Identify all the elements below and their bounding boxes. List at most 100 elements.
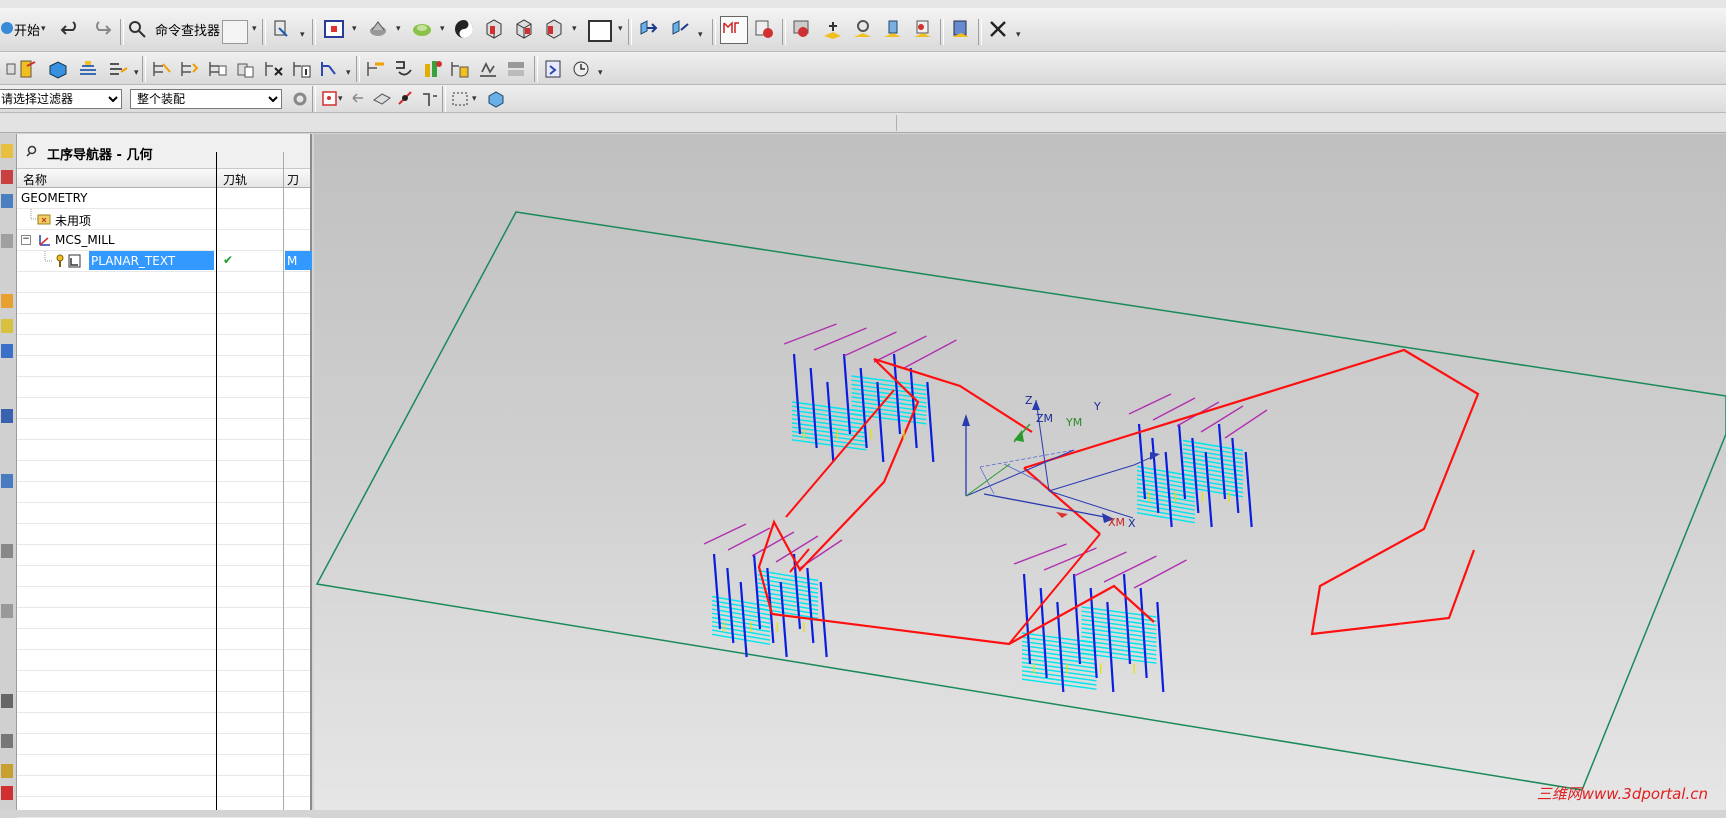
method-view-icon[interactable]: [76, 57, 100, 81]
close-dropdown-arrow[interactable]: ▾: [1016, 30, 1021, 40]
sphere-dropdown-arrow[interactable]: ▾: [440, 24, 445, 34]
assembly-settings-icon[interactable]: [288, 87, 312, 111]
resource-tab-icon[interactable]: [1, 234, 13, 248]
close-icon[interactable]: [986, 17, 1010, 41]
yin-yang-icon[interactable]: [452, 17, 476, 41]
engage-move: [843, 331, 897, 357]
collision-check-icon[interactable]: [448, 57, 472, 81]
object-dropdown-arrow[interactable]: ▾: [346, 68, 351, 78]
resource-tab-icon[interactable]: [1, 170, 13, 184]
column-header-toolpath[interactable]: 刀轨: [223, 171, 247, 188]
resource-tab-icon[interactable]: [1, 786, 13, 800]
resource-tab-icon[interactable]: [1, 764, 13, 778]
swatch-dropdown-arrow[interactable]: ▾: [252, 24, 257, 34]
color-swatch-button[interactable]: [222, 20, 248, 44]
tree-row-unused[interactable]: 未用项: [17, 209, 310, 230]
render-dropdown-arrow[interactable]: ▾: [396, 24, 401, 34]
pin-icon[interactable]: [25, 144, 39, 161]
start-dropdown-arrow[interactable]: ▾: [41, 24, 46, 34]
column-header-tool[interactable]: 刀: [287, 171, 299, 188]
assembly-scope-select[interactable]: 整个装配: [130, 89, 282, 109]
time-estimate-icon[interactable]: [570, 57, 594, 81]
tree-row-planar-text[interactable]: PLANAR_TEXT ✔ M: [17, 251, 312, 272]
machine-simulate-icon[interactable]: [790, 17, 814, 41]
create-method-icon[interactable]: [910, 17, 934, 41]
program-view-icon[interactable]: [0, 57, 16, 81]
create-operation-icon[interactable]: [820, 17, 844, 41]
cube-front-icon[interactable]: [482, 17, 506, 41]
undo-icon[interactable]: [58, 17, 82, 41]
paste-object-icon[interactable]: [206, 57, 230, 81]
resource-tab-icon[interactable]: [1, 144, 13, 158]
wcs-dynamic-icon[interactable]: [668, 17, 692, 41]
cube-side-icon[interactable]: [542, 17, 566, 41]
resource-tab-icon[interactable]: [1, 474, 13, 488]
output-cls-icon[interactable]: [542, 57, 566, 81]
collapse-toggle[interactable]: −: [21, 235, 31, 245]
background-dropdown-arrow[interactable]: ▾: [618, 24, 623, 34]
graphics-viewport[interactable]: Z ZM YM Y X XM 三维网www.3dportal.cn: [314, 134, 1726, 810]
wcs-dropdown-arrow[interactable]: ▾: [698, 30, 703, 40]
start-button-label[interactable]: 开始: [14, 20, 40, 39]
resource-tab-icon[interactable]: [1, 544, 13, 558]
selection-filter-select[interactable]: 请选择过滤器: [0, 89, 122, 109]
verify-icon[interactable]: [752, 17, 776, 41]
render-style-icon[interactable]: [366, 17, 390, 41]
wcs-orient-icon[interactable]: [636, 17, 660, 41]
resource-tab-icon[interactable]: [1, 694, 13, 708]
select-body-icon[interactable]: [484, 87, 508, 111]
edit-object-icon[interactable]: [364, 57, 388, 81]
axis-label-ym: YM: [1065, 416, 1082, 429]
feeds-speeds-icon[interactable]: [476, 57, 500, 81]
object-info-icon[interactable]: [290, 57, 314, 81]
select-edge-icon[interactable]: [418, 87, 442, 111]
display-object-icon[interactable]: [318, 57, 342, 81]
create-program-icon[interactable]: [106, 57, 130, 81]
rectangle-select-icon[interactable]: [448, 87, 472, 111]
command-finder-icon[interactable]: [126, 17, 150, 41]
tree-row-mcs-mill[interactable]: − MCS_MILL: [17, 230, 310, 251]
generate-toolpath-icon[interactable]: [270, 17, 294, 41]
background-color-button[interactable]: [588, 20, 612, 42]
view-dropdown-arrow[interactable]: ▾: [352, 24, 357, 34]
resource-tab-icon[interactable]: [1, 344, 13, 358]
toolpath-list-icon[interactable]: [392, 57, 416, 81]
plunge-move: [826, 381, 835, 463]
create-tool-icon[interactable]: [850, 17, 874, 41]
select-point-icon[interactable]: [394, 87, 418, 111]
resource-tab-icon[interactable]: [1, 604, 13, 618]
engage-move: [1200, 405, 1244, 433]
delete-object-icon[interactable]: [262, 57, 286, 81]
toolpath-dropdown-arrow[interactable]: ▾: [300, 30, 305, 40]
rect-select-dropdown-arrow[interactable]: ▾: [472, 94, 477, 104]
paste-inside-icon[interactable]: [234, 57, 258, 81]
geometry-view-icon[interactable]: [46, 57, 70, 81]
resource-tab-icon[interactable]: [1, 294, 13, 308]
copy-object-icon[interactable]: [178, 57, 202, 81]
cube-iso-icon[interactable]: [512, 17, 536, 41]
tool-info-icon[interactable]: [420, 57, 444, 81]
resource-tab-icon[interactable]: [1, 319, 13, 333]
tree-label: MCS_MILL: [55, 233, 115, 247]
snap-dropdown-arrow[interactable]: ▾: [338, 94, 343, 104]
select-face-icon[interactable]: [370, 87, 394, 111]
column-header-name[interactable]: 名称: [23, 171, 47, 188]
resource-tab-icon[interactable]: [1, 194, 13, 208]
program-dropdown-arrow[interactable]: ▾: [134, 68, 139, 78]
fit-view-icon[interactable]: [322, 17, 346, 41]
shaded-sphere-icon[interactable]: [410, 17, 434, 41]
resource-tab-icon[interactable]: [1, 734, 13, 748]
command-finder-label[interactable]: 命令查找器: [155, 20, 220, 39]
create-geometry-icon[interactable]: [880, 17, 904, 41]
undo-selection-icon[interactable]: [346, 87, 370, 111]
time-dropdown-arrow[interactable]: ▾: [598, 68, 603, 78]
resource-tab-icon[interactable]: [1, 409, 13, 423]
postprocess-icon[interactable]: [948, 17, 972, 41]
tree-row-geometry[interactable]: GEOMETRY: [17, 188, 310, 209]
redo-icon[interactable]: [90, 17, 114, 41]
cube-dropdown-arrow[interactable]: ▾: [572, 24, 577, 34]
cut-object-icon[interactable]: [150, 57, 174, 81]
machine-tool-view-icon[interactable]: [16, 57, 40, 81]
operation-nav-active-icon[interactable]: [720, 16, 748, 44]
shop-doc-icon[interactable]: [504, 57, 528, 81]
